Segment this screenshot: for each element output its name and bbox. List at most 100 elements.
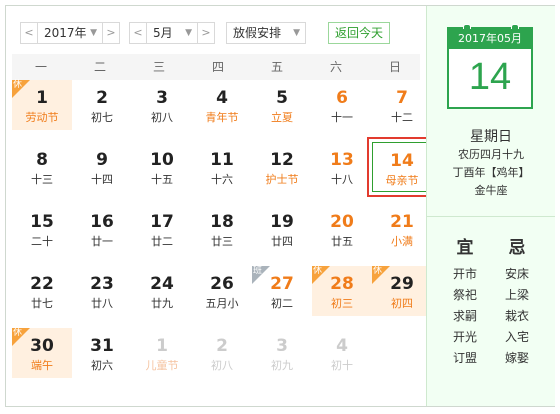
yi-item: 开市 [452, 267, 477, 281]
lunar-label: 护士节 [265, 173, 299, 186]
day-cell[interactable]: 16 廿一 [72, 204, 132, 254]
day-number: 13 [330, 150, 354, 170]
day-number: 12 [270, 150, 294, 170]
month-select[interactable]: 5月 ▼ [146, 22, 198, 44]
day-number: 10 [150, 150, 174, 170]
day-cell[interactable]: 31 初六 [72, 328, 132, 378]
day-cell[interactable]: 14 母亲节 [367, 137, 437, 197]
day-number: 1 [36, 88, 48, 108]
lunar-label: 十六 [211, 173, 233, 186]
year-select[interactable]: 2017年 ▼ [37, 22, 103, 44]
lunar-label: 立夏 [271, 111, 293, 124]
ji-item: 入宅 [504, 330, 529, 344]
lunar-label: 初九 [271, 359, 293, 372]
day-number: 5 [276, 88, 288, 108]
day-cell[interactable]: 休 28 初三 [312, 266, 372, 316]
lunar-label: 廿九 [151, 297, 173, 310]
day-cell[interactable]: 13 十八 [312, 142, 372, 192]
day-number: 31 [90, 336, 114, 356]
day-cell[interactable]: 班 27 初二 [252, 266, 312, 316]
day-cell[interactable]: 休 29 初四 [372, 266, 432, 316]
day-cell[interactable]: 18 廿三 [192, 204, 252, 254]
day-number: 17 [150, 212, 174, 232]
day-cell[interactable]: 22 廿七 [12, 266, 72, 316]
day-cell[interactable]: 24 廿九 [132, 266, 192, 316]
day-cell[interactable]: 20 廿五 [312, 204, 372, 254]
day-cell[interactable]: 3 初九 [252, 328, 312, 378]
lunar-label: 初八 [151, 111, 173, 124]
lunar-label: 十三 [31, 173, 53, 186]
day-cell[interactable]: 9 十四 [72, 142, 132, 192]
day-number: 23 [90, 274, 114, 294]
day-cell[interactable]: 5 立夏 [252, 80, 312, 130]
day-cell[interactable]: 6 十一 [312, 80, 372, 130]
date-card: 2017年05月 14 [447, 24, 533, 109]
weekday-label: 三 [152, 60, 165, 74]
day-cell[interactable]: 4 初十 [312, 328, 372, 378]
day-number: 15 [30, 212, 54, 232]
prev-year-button[interactable]: < [20, 22, 38, 44]
day-cell[interactable]: 8 十三 [12, 142, 72, 192]
day-cell[interactable]: 21 小满 [372, 204, 432, 254]
day-cell[interactable]: 2 初七 [72, 80, 132, 130]
next-year-button[interactable]: > [102, 22, 120, 44]
day-number: 4 [216, 88, 228, 108]
day-cell[interactable]: 10 十五 [132, 142, 192, 192]
day-cell[interactable]: 1 儿童节 [132, 328, 192, 378]
prev-month-icon: < [133, 26, 143, 39]
day-cell[interactable]: 23 廿八 [72, 266, 132, 316]
holiday-select[interactable]: 放假安排 ▼ [226, 22, 306, 44]
lunar-label: 青年节 [205, 111, 239, 124]
day-cell[interactable]: 17 廿二 [132, 204, 192, 254]
day-cell[interactable]: 19 廿四 [252, 204, 312, 254]
lunar-label: 小满 [391, 235, 413, 248]
calendar-widget: < 2017年 ▼ > < 5月 ▼ > 放假安排 ▼ 返回今天 一二三四五六日 休1… [5, 5, 555, 407]
prev-month-button[interactable]: < [129, 22, 147, 44]
chevron-down-icon: ▼ [185, 28, 192, 38]
ji-item: 栽衣 [504, 309, 529, 323]
day-number: 18 [210, 212, 234, 232]
lunar-label: 母亲节 [385, 174, 419, 187]
date-card-header: 2017年05月 [449, 29, 531, 49]
day-cell[interactable]: 休 30 端午 [12, 328, 72, 378]
yi-item: 开光 [452, 330, 477, 344]
next-month-button[interactable]: > [197, 22, 215, 44]
weekday-label: 五 [270, 60, 283, 74]
lunar-label: 初六 [91, 359, 113, 372]
day-number: 6 [336, 88, 348, 108]
ganzhi-text: 丁酉年【鸡年】 [452, 166, 530, 179]
day-cell[interactable]: 11 十六 [192, 142, 252, 192]
day-number: 3 [276, 336, 288, 356]
next-year-icon: > [106, 26, 116, 39]
lunar-label: 十一 [331, 111, 353, 124]
day-number: 4 [336, 336, 348, 356]
day-number: 27 [270, 274, 294, 294]
date-card-day: 14 [468, 56, 512, 98]
day-cell[interactable]: 2 初八 [192, 328, 252, 378]
yi-ji-section: 宜 忌 开市 祭祀 求嗣 开光 订盟 安床 上梁 栽衣 入宅 嫁娶 [427, 216, 555, 387]
lunar-label: 五月小 [205, 297, 239, 310]
day-cell[interactable]: 3 初八 [132, 80, 192, 130]
day-cell[interactable]: 12 护士节 [252, 142, 312, 192]
day-number: 1 [156, 336, 168, 356]
day-number: 30 [30, 336, 54, 356]
weekday-label: 二 [93, 60, 106, 74]
zodiac-text: 金牛座 [474, 184, 508, 197]
lunar-label: 初十 [331, 359, 353, 372]
year-select-value: 2017年 [44, 26, 87, 40]
lunar-label: 廿三 [211, 235, 233, 248]
day-cell[interactable]: 15 二十 [12, 204, 72, 254]
day-cell[interactable]: 休 1 劳动节 [12, 80, 72, 130]
yi-item: 求嗣 [452, 309, 477, 323]
lunar-date-text: 农历四月十九 [458, 148, 524, 161]
day-cell[interactable]: 4 青年节 [192, 80, 252, 130]
day-detail-panel: 2017年05月 14 星期日 农历四月十九 丁酉年【鸡年】 金牛座 宜 忌 开… [426, 6, 555, 406]
day-cell[interactable]: 7 十二 [372, 80, 432, 130]
day-number: 11 [210, 150, 234, 170]
day-number: 24 [150, 274, 174, 294]
day-number: 22 [30, 274, 54, 294]
back-to-today-button[interactable]: 返回今天 [328, 22, 390, 44]
day-number: 7 [396, 88, 408, 108]
day-number: 20 [330, 212, 354, 232]
day-cell[interactable]: 26 五月小 [192, 266, 252, 316]
